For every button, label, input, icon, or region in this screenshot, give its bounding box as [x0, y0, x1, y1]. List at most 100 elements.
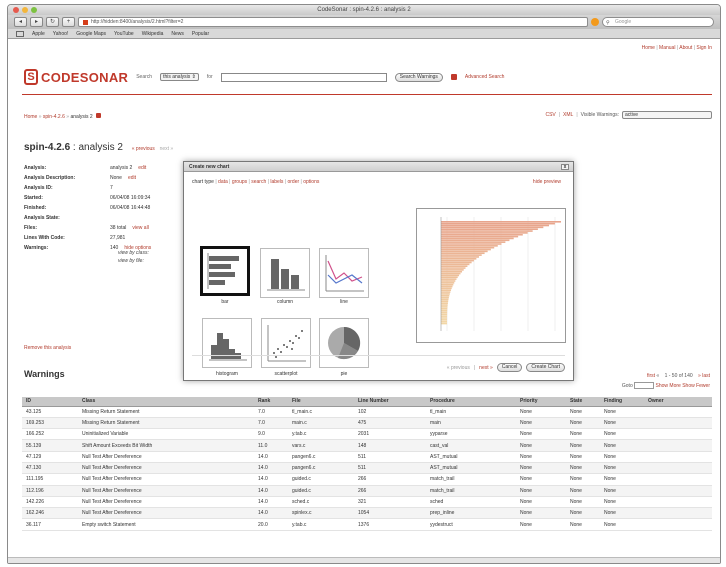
table-row[interactable]: 169.253 Missing Return Statement 7.0 main.c… [22, 417, 712, 430]
column-header[interactable]: Class [78, 397, 254, 407]
tab-groups[interactable]: groups [232, 179, 247, 185]
bookmark-item[interactable]: Popular [192, 31, 209, 37]
bookmark-item[interactable]: YouTube [114, 31, 134, 37]
table-cell[interactable]: 112.196 [22, 485, 78, 497]
wizard-previous-link[interactable]: « previous [447, 365, 470, 371]
show-fewer-link[interactable]: Show Fewer [682, 383, 710, 389]
browser-search-field[interactable]: ⚲ Google [602, 17, 714, 27]
table-cell[interactable]: 142.226 [22, 496, 78, 509]
first-page-link[interactable]: first [647, 373, 655, 379]
help-icon[interactable] [450, 74, 457, 80]
table-row[interactable]: 43.125 Missing Return Statement 7.0 tl_main… [22, 406, 712, 418]
table-cell[interactable]: Null Test After Dereference [78, 462, 254, 475]
wizard-next-link[interactable]: next » [479, 365, 493, 371]
view-all-files-link[interactable]: view all [132, 225, 148, 231]
table-cell[interactable]: Null Test After Dereference [78, 451, 254, 463]
goto-input[interactable] [634, 382, 655, 389]
about-link[interactable]: About [679, 45, 692, 51]
table-row[interactable]: 166.252 Uninitialized Variable 9.0 y.tab.c 2… [22, 428, 712, 441]
close-window-button[interactable] [13, 7, 19, 13]
tab-options[interactable]: options [303, 179, 319, 185]
table-cell[interactable]: 43.125 [22, 406, 78, 418]
search-scope-select[interactable]: this analysis ⇕ [160, 73, 199, 81]
next-analysis-link[interactable]: next » [160, 146, 174, 152]
column-header[interactable]: File [288, 397, 354, 407]
column-header[interactable]: Procedure [426, 397, 516, 407]
table-cell[interactable]: 36.117 [22, 518, 78, 531]
csv-link[interactable]: CSV [545, 112, 555, 118]
edit-description-link[interactable]: edit [128, 175, 136, 181]
bookmark-item[interactable]: News [171, 31, 184, 37]
table-row[interactable]: 55.139 Shift Amount Exceeds Bit Width 11.0… [22, 439, 712, 452]
add-bookmark-button[interactable]: + [62, 17, 75, 27]
minimize-window-button[interactable] [22, 7, 28, 13]
table-cell[interactable]: 47.130 [22, 462, 78, 475]
chart-type-line-option[interactable] [319, 248, 369, 298]
bookmark-item[interactable]: Yahoo! [53, 31, 68, 37]
rss-icon[interactable] [591, 18, 599, 26]
tab-search[interactable]: search [251, 179, 266, 185]
column-header[interactable]: Line Number [354, 397, 426, 407]
analysis-settings-icon[interactable] [96, 113, 102, 118]
remove-analysis-link[interactable]: Remove this analysis [24, 345, 71, 351]
breadcrumb-home[interactable]: Home [24, 114, 37, 120]
xml-link[interactable]: XML [563, 112, 573, 118]
bookmarks-grid-icon[interactable] [16, 30, 24, 37]
table-cell[interactable]: 55.139 [22, 439, 78, 452]
table-cell[interactable]: Null Test After Dereference [78, 473, 254, 486]
table-row[interactable]: 47.129 Null Test After Dereference 14.0 pan… [22, 451, 712, 463]
table-cell[interactable]: 166.252 [22, 428, 78, 441]
tab-data[interactable]: data [218, 179, 228, 185]
table-cell[interactable]: Null Test After Dereference [78, 507, 254, 520]
sign-in-link[interactable]: Sign In [696, 45, 712, 51]
table-cell[interactable]: 47.129 [22, 451, 78, 463]
forward-button[interactable]: ▸ [30, 17, 43, 27]
visible-warnings-select[interactable]: active [622, 111, 712, 119]
close-icon[interactable]: x [561, 164, 569, 170]
show-more-link[interactable]: Show More [656, 383, 681, 389]
tab-chart-type[interactable]: chart type [192, 179, 214, 185]
codesonar-logo[interactable]: S CODESONAR [24, 69, 128, 85]
advanced-search-link[interactable]: Advanced Search [465, 74, 504, 80]
table-row[interactable]: 142.226 Null Test After Dereference 14.0 sc… [22, 496, 712, 509]
create-chart-button[interactable]: Create Chart [526, 363, 565, 372]
table-cell[interactable]: Null Test After Dereference [78, 496, 254, 509]
tab-labels[interactable]: labels [270, 179, 283, 185]
home-link[interactable]: Home [642, 45, 655, 51]
breadcrumb-project[interactable]: spin-4.2.6 [43, 114, 65, 120]
table-cell[interactable]: Missing Return Statement [78, 417, 254, 430]
chart-type-pie-option[interactable] [319, 318, 369, 368]
chart-type-histogram-option[interactable] [202, 318, 252, 368]
prev-page-link[interactable]: « [656, 373, 659, 379]
table-row[interactable]: 112.196 Null Test After Dereference 14.0 gu… [22, 485, 712, 497]
tab-order[interactable]: order [287, 179, 299, 185]
column-header[interactable]: Rank [254, 397, 288, 407]
table-cell[interactable]: 111.195 [22, 473, 78, 486]
last-page-link[interactable]: last [702, 373, 710, 379]
bookmark-item[interactable]: Apple [32, 31, 45, 37]
reload-button[interactable]: ↻ [46, 17, 59, 27]
column-header[interactable]: Owner [644, 397, 712, 407]
cancel-button[interactable]: Cancel [496, 363, 523, 372]
edit-analysis-link[interactable]: edit [138, 165, 146, 171]
back-button[interactable]: ◂ [14, 17, 27, 27]
table-cell[interactable]: Uninitialized Variable [78, 428, 254, 441]
zoom-window-button[interactable] [31, 7, 37, 13]
table-cell[interactable]: 169.253 [22, 417, 78, 430]
next-page-link[interactable]: » [698, 373, 701, 379]
column-header[interactable]: State [566, 397, 600, 407]
table-row[interactable]: 36.117 Empty switch Statement 20.0 y.tab.c 1… [22, 518, 712, 531]
bookmark-item[interactable]: Wikipedia [142, 31, 164, 37]
chart-type-bar-option[interactable] [200, 246, 250, 296]
table-cell[interactable]: 162.246 [22, 507, 78, 520]
table-cell[interactable]: Null Test After Dereference [78, 485, 254, 497]
bookmark-item[interactable]: Google Maps [76, 31, 106, 37]
manual-link[interactable]: Manual [659, 45, 675, 51]
chart-type-scatterplot-option[interactable] [261, 318, 311, 368]
address-bar[interactable]: http://hidden:8400/analysis/2.html?filte… [78, 17, 588, 27]
search-warnings-button[interactable]: Search Warnings [394, 72, 443, 82]
table-cell[interactable]: Missing Return Statement [78, 406, 254, 418]
table-row[interactable]: 47.130 Null Test After Dereference 14.0 pan… [22, 462, 712, 475]
table-row[interactable]: 162.246 Null Test After Dereference 14.0 sp… [22, 507, 712, 520]
hide-preview-link[interactable]: hide preview [533, 179, 561, 185]
